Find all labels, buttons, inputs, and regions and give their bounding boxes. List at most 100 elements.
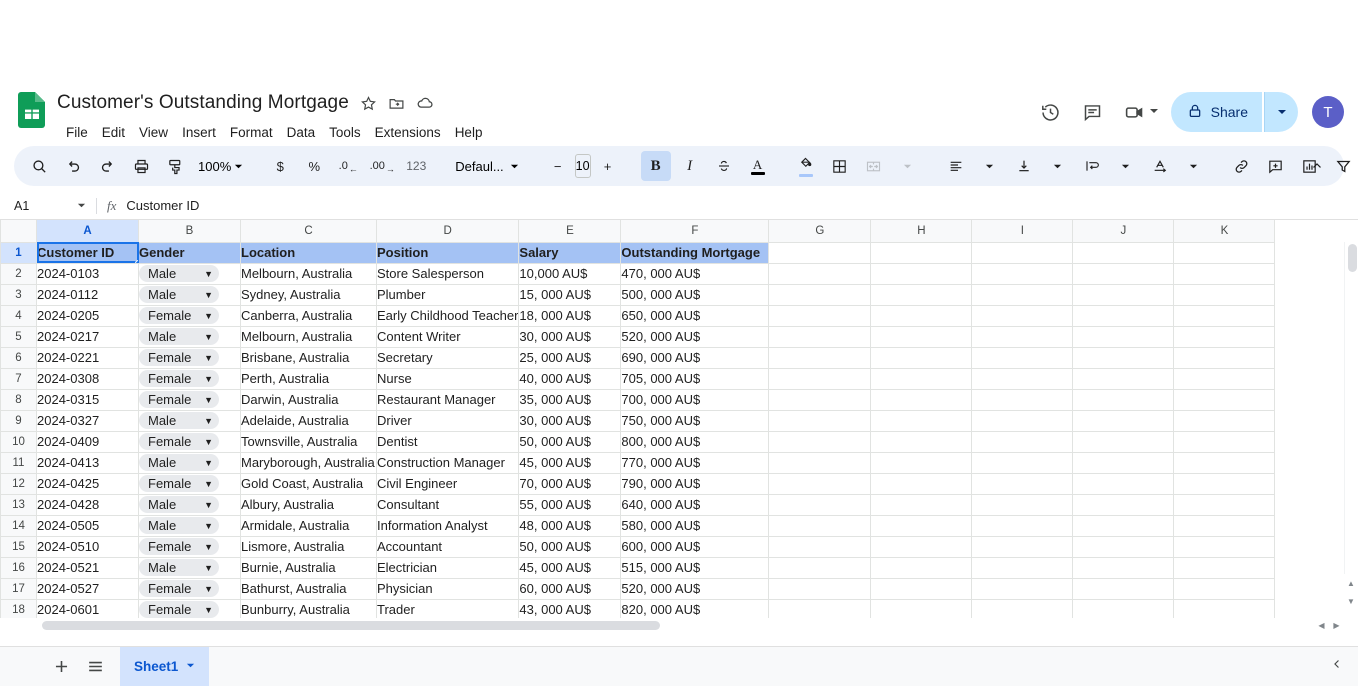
search-icon[interactable] — [24, 151, 54, 181]
cell-i5[interactable] — [971, 325, 1074, 348]
cell-b7[interactable]: Female ▼ — [138, 367, 241, 390]
cell-a12[interactable]: 2024-0425 — [36, 472, 139, 495]
star-icon[interactable] — [355, 89, 383, 117]
chevron-down-icon[interactable] — [186, 661, 195, 672]
chevron-down-icon[interactable]: ▼ — [204, 332, 213, 342]
gender-dropdown-chip[interactable]: Male ▼ — [139, 454, 219, 471]
cell-k13[interactable] — [1173, 493, 1276, 516]
cell-c15[interactable]: Lismore, Australia — [240, 535, 377, 558]
cell-a10[interactable]: 2024-0409 — [36, 430, 139, 453]
cell-k15[interactable] — [1173, 535, 1276, 558]
column-header-a[interactable]: A — [36, 220, 139, 243]
chevron-down-icon[interactable] — [1149, 103, 1159, 121]
cell-k5[interactable] — [1173, 325, 1276, 348]
gender-dropdown-chip[interactable]: Female ▼ — [139, 433, 219, 450]
cell-j1[interactable] — [1072, 241, 1175, 264]
cell-h10[interactable] — [870, 430, 973, 453]
cell-b14[interactable]: Male ▼ — [138, 514, 241, 537]
cell-c4[interactable]: Canberra, Australia — [240, 304, 377, 327]
cell-e4[interactable]: 18, 000 AU$ — [518, 304, 622, 327]
borders-icon[interactable] — [825, 151, 855, 181]
cell-f4[interactable]: 650, 000 AU$ — [620, 304, 770, 327]
gender-dropdown-chip[interactable]: Male ▼ — [139, 496, 219, 513]
paint-format-icon[interactable] — [160, 151, 190, 181]
increase-decimal-button[interactable]: .00 → — [367, 151, 397, 181]
cell-c11[interactable]: Maryborough, Australia — [240, 451, 377, 474]
cell-c2[interactable]: Melbourn, Australia — [240, 262, 377, 285]
chevron-down-icon[interactable]: ▼ — [204, 353, 213, 363]
cell-d1[interactable]: Position — [375, 241, 520, 264]
cell-d13[interactable]: Consultant — [375, 493, 520, 516]
cell-c7[interactable]: Perth, Australia — [240, 367, 377, 390]
cell-b8[interactable]: Female ▼ — [138, 388, 241, 411]
cell-e5[interactable]: 30, 000 AU$ — [518, 325, 622, 348]
cell-b13[interactable]: Male ▼ — [138, 493, 241, 516]
cell-f6[interactable]: 690, 000 AU$ — [620, 346, 770, 369]
cell-i11[interactable] — [971, 451, 1074, 474]
column-header-j[interactable]: J — [1072, 220, 1175, 243]
all-sheets-menu-icon[interactable] — [78, 650, 112, 684]
cell-g14[interactable] — [768, 514, 872, 537]
fill-color-button[interactable] — [791, 151, 821, 181]
scroll-right-icon[interactable]: ▶ — [1333, 621, 1339, 630]
cell-d15[interactable]: Accountant — [375, 535, 520, 558]
cell-f11[interactable]: 770, 000 AU$ — [620, 451, 770, 474]
cell-b5[interactable]: Male ▼ — [138, 325, 241, 348]
chevron-down-icon[interactable]: ▼ — [204, 311, 213, 321]
cell-g7[interactable] — [768, 367, 872, 390]
cell-c16[interactable]: Burnie, Australia — [240, 556, 377, 579]
chevron-down-icon[interactable]: ▼ — [204, 584, 213, 594]
strikethrough-icon[interactable] — [709, 151, 739, 181]
cell-j2[interactable] — [1072, 262, 1175, 285]
cell-c13[interactable]: Albury, Australia — [240, 493, 377, 516]
decrease-decimal-button[interactable]: .0 ← — [333, 151, 363, 181]
cell-a17[interactable]: 2024-0527 — [36, 577, 139, 600]
cell-e14[interactable]: 48, 000 AU$ — [518, 514, 622, 537]
cell-d6[interactable]: Secretary — [375, 346, 520, 369]
select-all-corner[interactable] — [0, 220, 37, 243]
cell-f12[interactable]: 790, 000 AU$ — [620, 472, 770, 495]
cell-d2[interactable]: Store Salesperson — [375, 262, 520, 285]
row-header-18[interactable]: 18 — [0, 598, 37, 621]
cell-g10[interactable] — [768, 430, 872, 453]
cell-c10[interactable]: Townsville, Australia — [240, 430, 377, 453]
cell-j16[interactable] — [1072, 556, 1175, 579]
cell-a11[interactable]: 2024-0413 — [36, 451, 139, 474]
chevron-down-icon[interactable]: ▼ — [204, 374, 213, 384]
cell-b17[interactable]: Female ▼ — [138, 577, 241, 600]
decrease-font-size-button[interactable]: − — [543, 151, 573, 181]
cell-d3[interactable]: Plumber — [375, 283, 520, 306]
row-header-3[interactable]: 3 — [0, 283, 37, 306]
cell-h2[interactable] — [870, 262, 973, 285]
chevron-down-icon[interactable]: ▼ — [204, 458, 213, 468]
chevron-down-icon[interactable]: ▼ — [204, 269, 213, 279]
move-to-folder-icon[interactable] — [383, 89, 411, 117]
row-header-8[interactable]: 8 — [0, 388, 37, 411]
cell-c6[interactable]: Brisbane, Australia — [240, 346, 377, 369]
cell-g17[interactable] — [768, 577, 872, 600]
cell-f1[interactable]: Outstanding Mortgage — [620, 241, 770, 264]
cell-c3[interactable]: Sydney, Australia — [240, 283, 377, 306]
text-wrap-icon[interactable] — [1077, 151, 1107, 181]
row-header-5[interactable]: 5 — [0, 325, 37, 348]
cell-g3[interactable] — [768, 283, 872, 306]
sheet-tab-sheet1[interactable]: Sheet1 — [120, 646, 210, 686]
menu-item-view[interactable]: View — [132, 122, 175, 143]
cell-c1[interactable]: Location — [240, 241, 377, 264]
cell-i3[interactable] — [971, 283, 1074, 306]
cell-e8[interactable]: 35, 000 AU$ — [518, 388, 622, 411]
gender-dropdown-chip[interactable]: Female ▼ — [139, 349, 219, 366]
cell-e17[interactable]: 60, 000 AU$ — [518, 577, 622, 600]
cell-e12[interactable]: 70, 000 AU$ — [518, 472, 622, 495]
cell-d7[interactable]: Nurse — [375, 367, 520, 390]
cell-k2[interactable] — [1173, 262, 1276, 285]
chevron-down-icon[interactable]: ▼ — [204, 290, 213, 300]
menu-item-tools[interactable]: Tools — [322, 122, 368, 143]
cell-g11[interactable] — [768, 451, 872, 474]
column-header-g[interactable]: G — [768, 220, 872, 243]
cell-b10[interactable]: Female ▼ — [138, 430, 241, 453]
add-sheet-icon[interactable] — [44, 650, 78, 684]
cell-f8[interactable]: 700, 000 AU$ — [620, 388, 770, 411]
cell-h6[interactable] — [870, 346, 973, 369]
cell-g5[interactable] — [768, 325, 872, 348]
